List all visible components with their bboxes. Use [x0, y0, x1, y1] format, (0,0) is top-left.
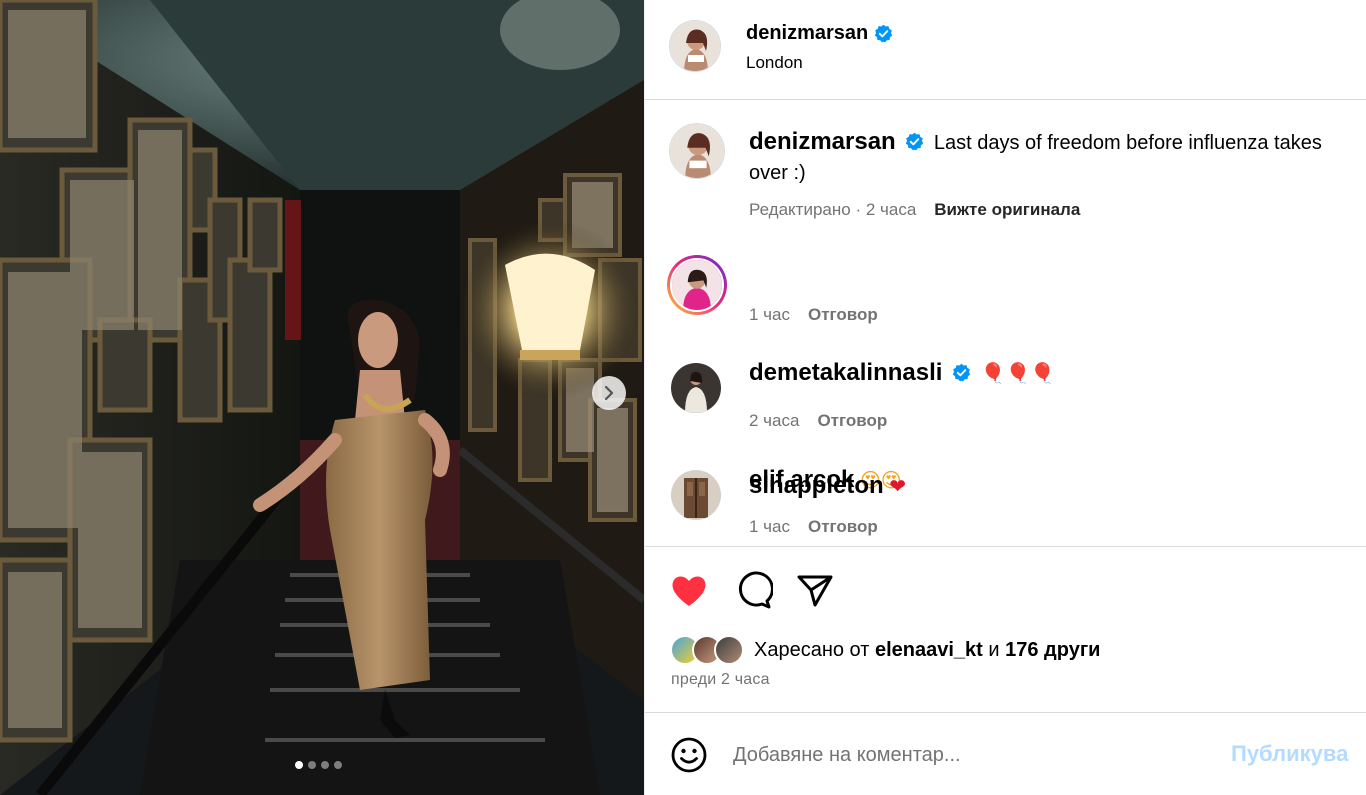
caption-author-username[interactable]: denizmarsan: [749, 128, 896, 155]
comment-input[interactable]: [733, 737, 1213, 773]
see-original-link[interactable]: Вижте оригинала: [934, 200, 1080, 220]
paper-plane-icon[interactable]: [795, 571, 835, 611]
author-username-text[interactable]: denizmarsan: [746, 22, 868, 45]
likes-summary: Харесано от elenaavi_kt и 176 други: [670, 635, 1100, 665]
carousel-dot: [334, 761, 342, 769]
author-username[interactable]: denizmarsan: [746, 22, 893, 45]
author-avatar[interactable]: [669, 20, 721, 72]
verified-badge-icon: [952, 363, 971, 382]
carousel-dot: [321, 761, 329, 769]
caption-author-avatar[interactable]: [669, 123, 725, 179]
caption-text-line: denizmarsan Last days of freedom before …: [749, 127, 1361, 188]
avatar-photo: [671, 363, 721, 413]
avatar-photo: [670, 258, 724, 312]
post-photo[interactable]: [0, 0, 644, 795]
comment-time[interactable]: 1 час: [749, 517, 790, 537]
comment-text: ❤: [889, 474, 906, 498]
comment-time[interactable]: 1 час: [749, 305, 790, 325]
reply-button[interactable]: Отговор: [808, 305, 878, 325]
post-side-panel: denizmarsan London denizmarsan Last days…: [644, 0, 1366, 795]
comments-list[interactable]: denizmarsan Last days of freedom before …: [645, 100, 1366, 546]
liker-avatars[interactable]: [670, 635, 744, 665]
post-header: denizmarsan London: [645, 0, 1366, 100]
comment-meta: 1 час Отговор: [749, 517, 878, 537]
post-timestamp[interactable]: преди 2 часа: [671, 671, 770, 689]
comment-time[interactable]: 2 часа: [749, 411, 799, 431]
edited-label: Редактирано: [749, 200, 851, 219]
likes-prefix: Харесано от: [754, 638, 870, 661]
comment-username[interactable]: slnappleton: [749, 472, 884, 499]
comment-text-line: slnappleton ❤: [749, 471, 1361, 502]
liker-avatar: [714, 635, 744, 665]
commenter-avatar-story-ring[interactable]: [667, 255, 727, 315]
likes-others-link[interactable]: 176 други: [1005, 639, 1100, 662]
post-comment-button[interactable]: Публикува: [1231, 741, 1348, 767]
carousel-dot: [295, 761, 303, 769]
smiley-icon[interactable]: [670, 736, 708, 774]
verified-badge-icon: [906, 132, 924, 151]
avatar-photo: [670, 21, 720, 71]
comment-username[interactable]: demetakalinnasli: [749, 359, 942, 386]
chevron-right-icon: [604, 385, 614, 401]
heart-filled-icon[interactable]: [669, 571, 709, 611]
caption-time[interactable]: 2 часа: [866, 200, 916, 219]
post-location[interactable]: London: [746, 53, 803, 73]
comment-text: 🎈🎈🎈: [980, 361, 1056, 385]
carousel-next-button[interactable]: [592, 376, 626, 410]
commenter-avatar[interactable]: [671, 470, 721, 520]
photo-scene: [0, 0, 644, 795]
verified-badge-icon: [875, 24, 893, 43]
commenter-avatar[interactable]: [671, 363, 721, 413]
reply-button[interactable]: Отговор: [808, 517, 878, 537]
comment-meta: 2 часа Отговор: [749, 411, 887, 431]
speech-bubble-icon[interactable]: [733, 571, 773, 611]
carousel-dot: [308, 761, 316, 769]
caption-meta: Редактирано · 2 часа Вижте оригинала: [749, 200, 1081, 220]
comment-meta: 1 час Отговор: [749, 305, 878, 325]
likes-joiner: и: [988, 638, 1000, 661]
avatar-photo: [671, 470, 721, 520]
comment-composer: Публикува: [645, 712, 1366, 795]
reply-button[interactable]: Отговор: [817, 411, 887, 431]
avatar-photo: [670, 124, 724, 178]
carousel-indicator: [295, 761, 342, 769]
post-actions: Харесано от elenaavi_kt и 176 други пред…: [645, 546, 1366, 712]
comment-text-line: demetakalinnasli 🎈🎈🎈: [749, 358, 1361, 389]
liker-username[interactable]: elenaavi_kt: [875, 639, 983, 662]
